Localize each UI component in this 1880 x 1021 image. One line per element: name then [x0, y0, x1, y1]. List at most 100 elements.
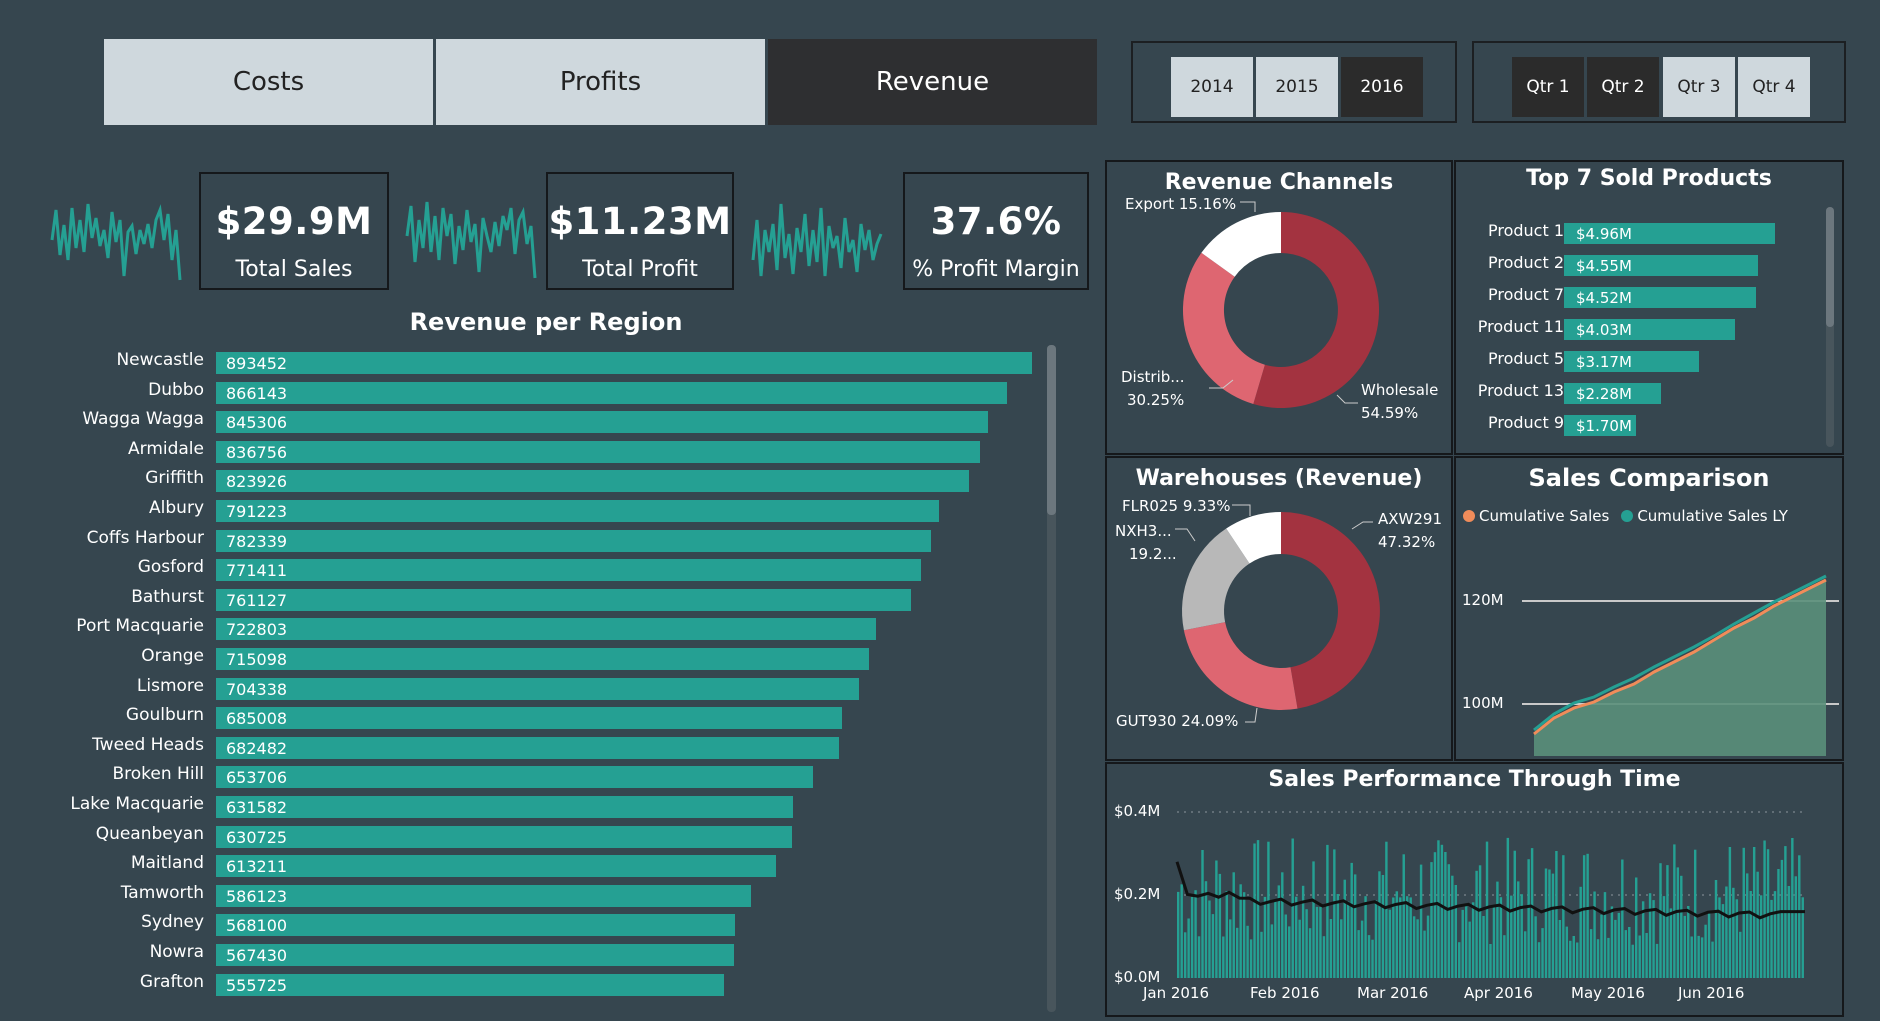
year-chip-2015[interactable]: 2015	[1256, 57, 1338, 117]
daily-sales-bar[interactable]	[1371, 939, 1374, 978]
daily-sales-bar[interactable]	[1638, 935, 1641, 979]
daily-sales-bar[interactable]	[1225, 891, 1228, 978]
daily-sales-bar[interactable]	[1777, 869, 1780, 978]
daily-sales-bar[interactable]	[1492, 906, 1496, 978]
daily-sales-bar[interactable]	[1485, 841, 1489, 978]
region-bar[interactable]: 682482	[216, 736, 840, 759]
tab-costs[interactable]: Costs	[104, 39, 433, 125]
daily-sales-bar[interactable]	[1579, 886, 1582, 978]
daily-sales-bar[interactable]	[1551, 873, 1555, 978]
quarter-chip-3[interactable]: Qtr 3	[1663, 57, 1735, 117]
daily-sales-bar[interactable]	[1513, 850, 1516, 978]
daily-sales-bar[interactable]	[1204, 881, 1208, 978]
daily-sales-bar[interactable]	[1711, 941, 1714, 978]
daily-sales-bar[interactable]	[1284, 914, 1287, 979]
product-bar[interactable]: $4.52M	[1564, 287, 1757, 308]
daily-sales-bar[interactable]	[1773, 891, 1777, 978]
daily-sales-bar[interactable]	[1242, 892, 1246, 978]
daily-sales-bar[interactable]	[1409, 897, 1412, 978]
daily-sales-bar[interactable]	[1614, 919, 1617, 978]
daily-sales-bar[interactable]	[1183, 932, 1187, 978]
daily-sales-bar[interactable]	[1201, 850, 1204, 978]
daily-sales-bar[interactable]	[1180, 884, 1183, 978]
daily-sales-bar[interactable]	[1253, 843, 1256, 979]
daily-sales-bar[interactable]	[1576, 942, 1579, 979]
daily-sales-bar[interactable]	[1305, 909, 1308, 978]
daily-sales-bar[interactable]	[1288, 926, 1291, 978]
daily-sales-bar[interactable]	[1534, 916, 1537, 978]
daily-sales-bar[interactable]	[1655, 943, 1659, 978]
daily-sales-bar[interactable]	[1697, 935, 1700, 978]
daily-sales-bar[interactable]	[1496, 881, 1499, 978]
daily-sales-bar[interactable]	[1385, 841, 1388, 978]
daily-sales-bar[interactable]	[1683, 915, 1686, 978]
daily-sales-bar[interactable]	[1423, 930, 1426, 978]
daily-sales-bar[interactable]	[1628, 927, 1631, 978]
region-bar[interactable]: 630725	[216, 825, 793, 848]
daily-sales-bar[interactable]	[1794, 876, 1798, 978]
region-bar[interactable]: 791223	[216, 500, 939, 522]
daily-sales-bar[interactable]	[1458, 942, 1461, 978]
region-bar[interactable]: 586123	[216, 884, 752, 907]
daily-sales-bar[interactable]	[1527, 859, 1530, 978]
daily-sales-bar[interactable]	[1718, 897, 1721, 978]
daily-sales-bar[interactable]	[1343, 879, 1346, 978]
daily-sales-bar[interactable]	[1263, 896, 1267, 978]
daily-sales-bar[interactable]	[1759, 895, 1763, 978]
daily-sales-bar[interactable]	[1444, 852, 1447, 978]
product-bar[interactable]: $2.28M	[1564, 383, 1661, 404]
region-bar[interactable]: 715098	[216, 648, 870, 670]
daily-sales-bar[interactable]	[1208, 900, 1211, 979]
daily-sales-bar[interactable]	[1569, 940, 1572, 978]
daily-sales-bar[interactable]	[1704, 924, 1707, 978]
daily-sales-bar[interactable]	[1312, 861, 1315, 978]
daily-sales-bar[interactable]	[1687, 906, 1690, 978]
product-bar[interactable]: $3.17M	[1564, 351, 1699, 372]
daily-sales-bar[interactable]	[1593, 891, 1596, 979]
daily-sales-bar[interactable]	[1315, 906, 1319, 978]
daily-sales-bar[interactable]	[1294, 896, 1298, 978]
daily-sales-bar[interactable]	[1378, 871, 1381, 978]
daily-sales-bar[interactable]	[1322, 936, 1326, 978]
daily-sales-bar[interactable]	[1357, 930, 1360, 978]
daily-sales-bar[interactable]	[1739, 931, 1742, 978]
daily-sales-bar[interactable]	[1572, 936, 1575, 978]
daily-sales-bar[interactable]	[1537, 942, 1541, 978]
region-bar[interactable]: 893452	[216, 352, 1032, 374]
daily-sales-bar[interactable]	[1621, 859, 1624, 979]
daily-sales-bar[interactable]	[1690, 936, 1693, 979]
daily-sales-bar[interactable]	[1451, 875, 1454, 978]
daily-sales-bar[interactable]	[1728, 847, 1732, 978]
daily-sales-bar[interactable]	[1440, 844, 1444, 978]
daily-sales-bar[interactable]	[1700, 937, 1704, 978]
daily-sales-bar[interactable]	[1468, 921, 1471, 978]
daily-sales-bar[interactable]	[1329, 919, 1333, 978]
daily-sales-bar[interactable]	[1222, 936, 1225, 979]
daily-sales-bar[interactable]	[1544, 868, 1548, 979]
daily-sales-bar[interactable]	[1333, 849, 1336, 978]
daily-sales-bar[interactable]	[1510, 895, 1513, 978]
warehouse-slice-gut930[interactable]	[1183, 622, 1298, 710]
daily-sales-bar[interactable]	[1437, 840, 1440, 978]
daily-sales-bar[interactable]	[1624, 930, 1628, 978]
daily-sales-bar[interactable]	[1596, 939, 1600, 978]
daily-sales-bar[interactable]	[1340, 919, 1343, 978]
region-bar[interactable]: 845306	[216, 411, 989, 434]
quarter-chip-2[interactable]: Qtr 2	[1587, 57, 1659, 117]
daily-sales-bar[interactable]	[1586, 853, 1589, 978]
daily-sales-bar[interactable]	[1416, 919, 1419, 978]
products-scrollbar-thumb[interactable]	[1826, 207, 1834, 327]
daily-sales-bar[interactable]	[1555, 851, 1558, 978]
daily-sales-bar[interactable]	[1562, 855, 1565, 978]
daily-sales-bar[interactable]	[1326, 844, 1329, 978]
daily-sales-bar[interactable]	[1298, 919, 1301, 978]
daily-sales-bar[interactable]	[1399, 897, 1402, 978]
daily-sales-bar[interactable]	[1197, 936, 1201, 978]
daily-sales-bar[interactable]	[1732, 887, 1735, 978]
daily-sales-bar[interactable]	[1281, 872, 1284, 978]
daily-sales-bar[interactable]	[1770, 899, 1773, 978]
daily-sales-bar[interactable]	[1347, 901, 1350, 979]
product-bar[interactable]: $4.96M	[1564, 223, 1775, 244]
daily-sales-bar[interactable]	[1412, 916, 1416, 978]
daily-sales-bar[interactable]	[1374, 900, 1378, 978]
